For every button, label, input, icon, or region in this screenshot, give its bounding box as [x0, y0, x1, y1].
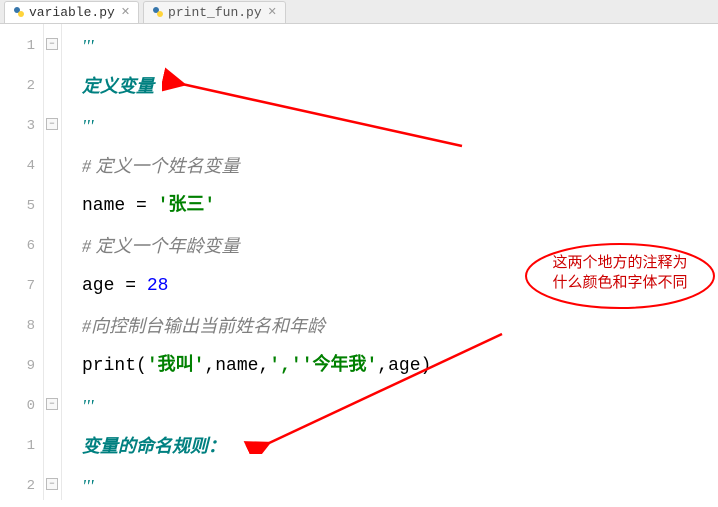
docstring-text: 变量的命名规则： — [82, 436, 226, 456]
code-line[interactable]: # 定义一个姓名变量 — [82, 146, 718, 186]
line-number: 7 — [0, 266, 43, 306]
fold-toggle-icon[interactable]: − — [46, 398, 58, 410]
line-number: 6 — [0, 226, 43, 266]
annotation-text: 这两个地方的注释为 — [530, 254, 710, 274]
line-number-gutter: 1 2 3 4 5 6 7 8 9 0 1 2 — [0, 24, 44, 500]
identifier: age — [388, 356, 420, 376]
string-literal: '张三' — [158, 196, 216, 216]
python-file-icon — [152, 6, 164, 18]
tab-variable-py[interactable]: variable.py ✕ — [4, 1, 139, 23]
code-line[interactable]: 变量的命名规则： — [82, 426, 718, 466]
tab-label: print_fun.py — [168, 5, 262, 20]
docstring-quote: ''' — [82, 396, 94, 416]
code-line[interactable]: ''' — [82, 386, 718, 426]
annotation-text: 什么颜色和字体不同 — [530, 274, 710, 294]
comma: , — [377, 356, 388, 376]
docstring-text: 定义变量 — [82, 76, 154, 96]
comment: #向控制台输出当前姓名和年龄 — [82, 316, 325, 336]
function-call: print — [82, 356, 136, 376]
paren: ( — [136, 356, 147, 376]
comment: # 定义一个姓名变量 — [82, 156, 240, 176]
line-number: 2 — [0, 66, 43, 106]
string-literal: '我叫' — [147, 356, 205, 376]
code-line[interactable]: ''' — [82, 466, 718, 506]
line-number: 1 — [0, 26, 43, 66]
tab-label: variable.py — [29, 5, 115, 20]
identifier: name — [215, 356, 258, 376]
python-file-icon — [13, 6, 25, 18]
fold-toggle-icon[interactable]: − — [46, 478, 58, 490]
comment: # 定义一个年龄变量 — [82, 236, 240, 256]
line-number: 4 — [0, 146, 43, 186]
docstring-quote: ''' — [82, 36, 94, 56]
line-number: 8 — [0, 306, 43, 346]
code-line[interactable]: print('我叫',name,',''今年我',age) — [82, 346, 718, 386]
identifier: name — [82, 196, 125, 216]
fold-toggle-icon[interactable]: − — [46, 38, 58, 50]
annotation-callout: 这两个地方的注释为 什么颜色和字体不同 — [530, 244, 710, 304]
operator: = — [125, 196, 157, 216]
line-number: 2 — [0, 466, 43, 506]
docstring-quote: ''' — [82, 476, 94, 496]
comma: , — [204, 356, 215, 376]
number-literal: 28 — [147, 276, 169, 296]
fold-column: − − − − — [44, 24, 62, 500]
identifier: age — [82, 276, 114, 296]
close-icon[interactable]: ✕ — [121, 5, 130, 19]
code-line[interactable]: ''' — [82, 106, 718, 146]
code-line[interactable]: name = '张三' — [82, 186, 718, 226]
string-literal: '今年我' — [302, 356, 378, 376]
line-number: 5 — [0, 186, 43, 226]
tab-bar: variable.py ✕ print_fun.py ✕ — [0, 0, 718, 24]
string-literal: ',' — [269, 356, 301, 376]
paren: ) — [421, 356, 432, 376]
fold-toggle-icon[interactable]: − — [46, 118, 58, 130]
docstring-quote: ''' — [82, 116, 94, 136]
tab-print-fun-py[interactable]: print_fun.py ✕ — [143, 1, 286, 23]
line-number: 0 — [0, 386, 43, 426]
line-number: 9 — [0, 346, 43, 386]
code-line[interactable]: 定义变量 — [82, 66, 718, 106]
code-line[interactable]: ''' — [82, 26, 718, 66]
line-number: 3 — [0, 106, 43, 146]
code-line[interactable]: #向控制台输出当前姓名和年龄 — [82, 306, 718, 346]
comma: , — [258, 356, 269, 376]
operator: = — [114, 276, 146, 296]
line-number: 1 — [0, 426, 43, 466]
close-icon[interactable]: ✕ — [268, 5, 277, 19]
